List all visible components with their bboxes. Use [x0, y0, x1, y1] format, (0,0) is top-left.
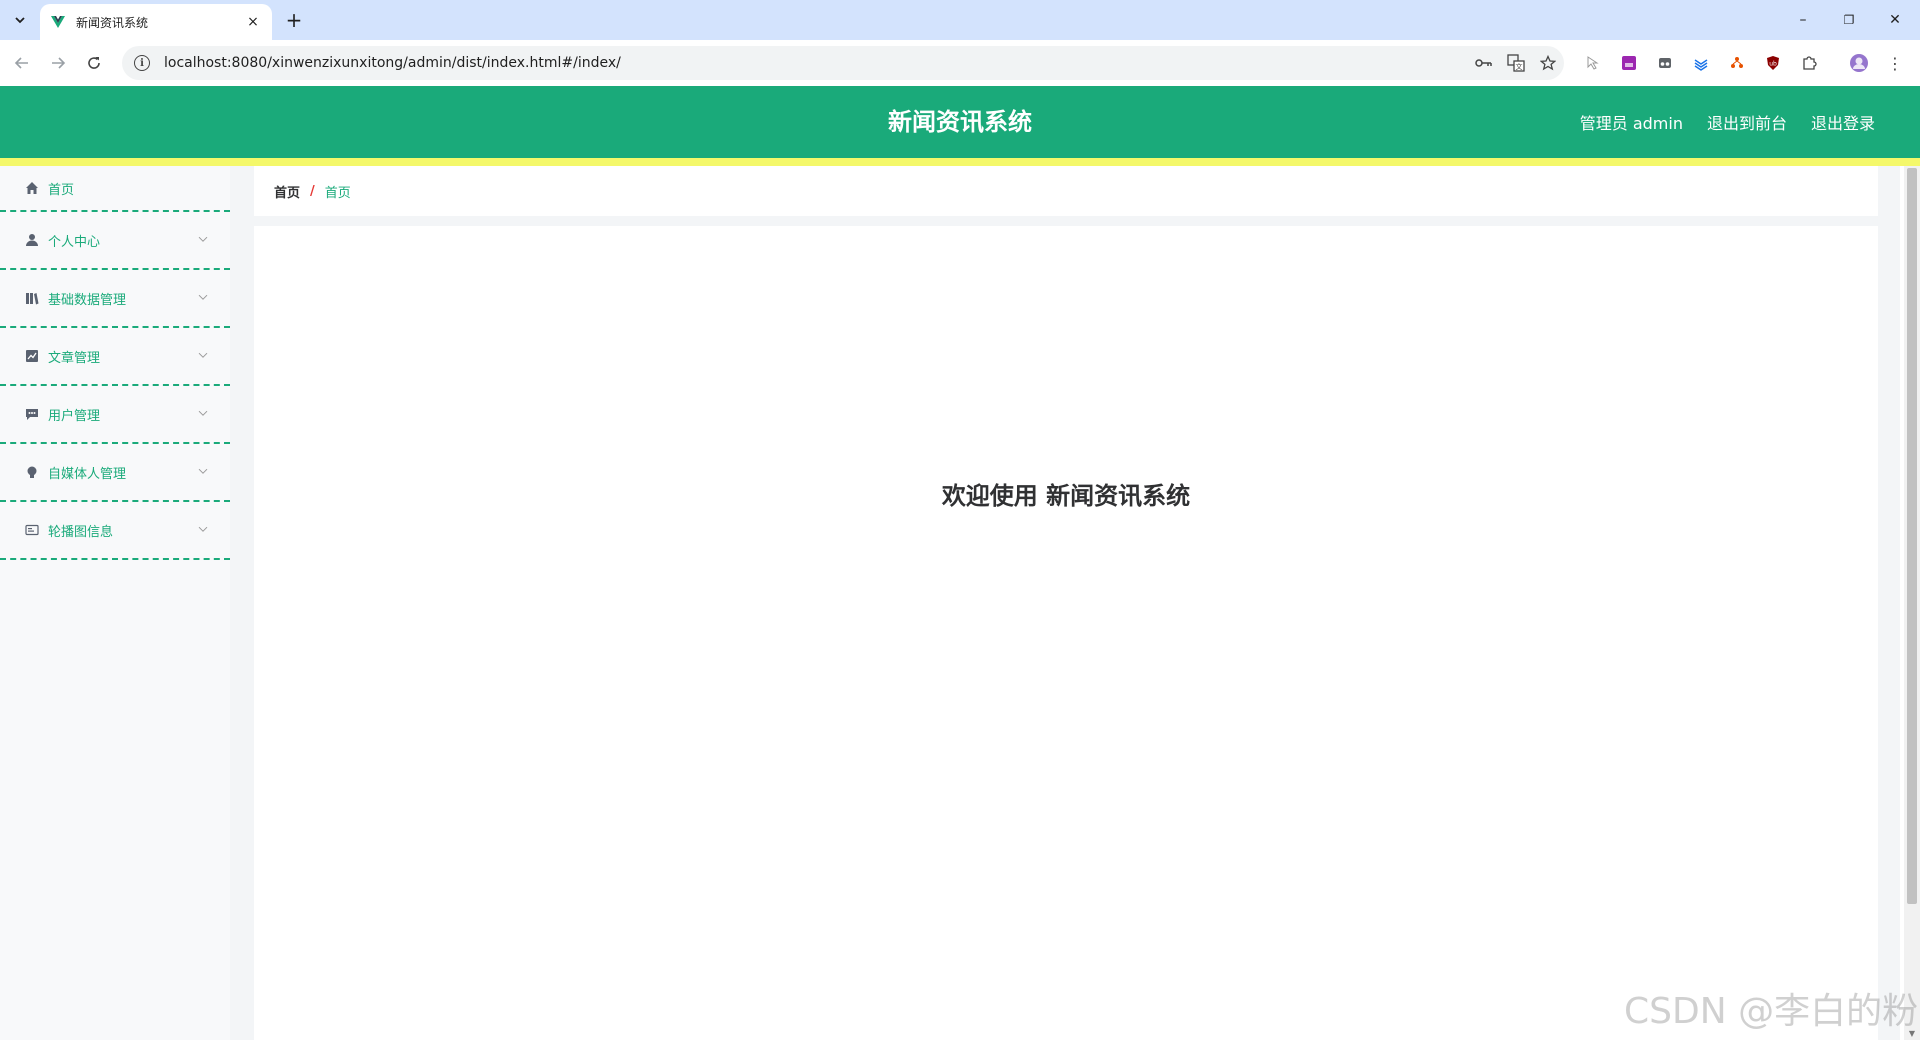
browser-menu-icon[interactable]: ⋮: [1884, 52, 1906, 74]
sidebar-item-base-data[interactable]: 基础数据管理: [0, 270, 230, 328]
arrow-left-icon: [14, 57, 28, 69]
back-button[interactable]: [8, 49, 36, 77]
header-actions: 管理员 admin 退出到前台 退出登录: [1580, 86, 1875, 158]
chevron-down-icon: [198, 290, 208, 303]
sidebar-item-media[interactable]: 自媒体人管理: [0, 444, 230, 502]
home-icon: [24, 180, 40, 196]
sidebar-item-label: 首页: [48, 182, 75, 198]
sidebar-item-profile[interactable]: 个人中心: [0, 212, 230, 270]
extensions-puzzle-icon[interactable]: [1798, 52, 1820, 74]
sidebar-item-label: 自媒体人管理: [48, 466, 127, 482]
page-scrollbar[interactable]: ▼: [1904, 166, 1920, 1040]
picture-icon: [24, 522, 40, 538]
chevron-down-icon: [198, 348, 208, 361]
sidebar-item-label: 用户管理: [48, 408, 101, 424]
reload-icon: [88, 57, 100, 69]
arrow-right-icon: [52, 57, 66, 69]
sidebar: 首页 个人中心 基础数据管理 文章管理 用户管理 自媒体人管理 轮播图信息: [0, 166, 230, 1040]
chevron-down-icon: [198, 406, 208, 419]
chevron-down-icon: [198, 464, 208, 477]
sidebar-item-label: 轮播图信息: [48, 524, 114, 540]
vue-logo-icon: [51, 16, 65, 28]
bookmark-star-icon[interactable]: [1532, 47, 1564, 79]
app-header: 新闻资讯系统 管理员 admin 退出到前台 退出登录: [0, 86, 1920, 158]
orange-extension-icon[interactable]: [1726, 52, 1748, 74]
breadcrumb-current: 首页: [324, 185, 351, 201]
browser-tabstrip: 新闻资讯系统 × + – ❐ ✕: [0, 0, 1920, 40]
browser-toolbar: i localhost:8080/xinwenzixunxitong/admin…: [0, 40, 1920, 86]
purple-extension-icon[interactable]: [1618, 52, 1640, 74]
cursor-extension-icon[interactable]: [1582, 52, 1604, 74]
chevron-down-icon: [198, 522, 208, 535]
sidebar-item-carousel[interactable]: 轮播图信息: [0, 502, 230, 560]
main-content: 欢迎使用 新闻资讯系统: [254, 226, 1878, 1040]
sidebar-item-label: 基础数据管理: [48, 292, 127, 308]
svg-text:ub: ub: [1769, 61, 1777, 68]
minimize-button[interactable]: –: [1780, 6, 1826, 34]
library-icon: [24, 290, 40, 306]
sidebar-item-articles[interactable]: 文章管理: [0, 328, 230, 386]
back-to-front-link[interactable]: 退出到前台: [1707, 110, 1787, 134]
chevron-down-icon: [15, 17, 25, 24]
watermark: CSDN @李白的粉: [1624, 991, 1919, 1032]
tab-list-button[interactable]: [8, 8, 32, 32]
sidebar-item-label: 文章管理: [48, 350, 101, 366]
sidebar-item-home[interactable]: 首页: [0, 166, 230, 212]
scrollbar-thumb[interactable]: [1907, 168, 1917, 904]
logout-link[interactable]: 退出登录: [1811, 110, 1875, 134]
sidebar-item-users[interactable]: 用户管理: [0, 386, 230, 444]
user-icon: [24, 232, 40, 248]
chart-icon: [24, 348, 40, 364]
forward-button[interactable]: [44, 49, 72, 77]
chevron-down-icon: [198, 232, 208, 245]
bulb-icon: [24, 464, 40, 480]
tab-title: 新闻资讯系统: [76, 15, 149, 30]
svg-text:文: 文: [1516, 62, 1523, 71]
translate-icon[interactable]: 文: [1500, 47, 1532, 79]
close-window-button[interactable]: ✕: [1872, 6, 1918, 34]
layers-extension-icon[interactable]: [1690, 52, 1712, 74]
url-text[interactable]: localhost:8080/xinwenzixunxitong/admin/d…: [164, 55, 1468, 71]
restore-button[interactable]: ❐: [1826, 6, 1872, 34]
welcome-message: 欢迎使用 新闻资讯系统: [941, 482, 1191, 510]
header-accent-bar: [0, 158, 1920, 166]
incognito-extension-icon[interactable]: [1654, 52, 1676, 74]
new-tab-button[interactable]: +: [282, 8, 306, 32]
address-bar[interactable]: i localhost:8080/xinwenzixunxitong/admin…: [122, 46, 1564, 80]
message-icon: [24, 406, 40, 422]
sidebar-item-label: 个人中心: [48, 234, 101, 250]
close-tab-icon[interactable]: ×: [244, 14, 262, 30]
breadcrumb: 首页 / 首页: [254, 166, 1878, 216]
breadcrumb-separator: /: [310, 183, 315, 199]
current-user-label: 管理员 admin: [1579, 114, 1683, 133]
breadcrumb-home[interactable]: 首页: [274, 182, 300, 201]
site-info-icon[interactable]: i: [134, 55, 150, 71]
ublock-shield-icon[interactable]: ub: [1762, 52, 1784, 74]
profile-avatar-icon[interactable]: [1848, 52, 1870, 74]
browser-tab-active[interactable]: 新闻资讯系统 ×: [40, 4, 272, 40]
key-icon[interactable]: [1468, 47, 1500, 79]
reload-button[interactable]: [80, 49, 108, 77]
